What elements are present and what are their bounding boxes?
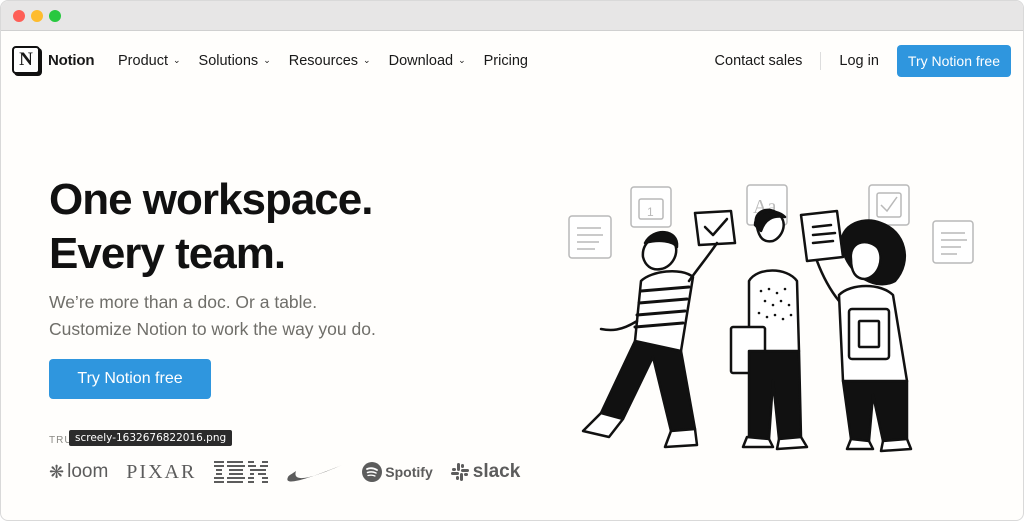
- slack-wordmark: slack: [472, 461, 521, 482]
- nav-item-resources[interactable]: Resources ⌄: [289, 53, 371, 69]
- slack-icon: [450, 463, 469, 481]
- ibm-wordmark-icon: [214, 461, 269, 483]
- nav-item-download[interactable]: Download ⌄: [389, 53, 466, 69]
- nav-item-pricing[interactable]: Pricing: [484, 53, 528, 69]
- hero-title-line2: Every team.: [49, 229, 286, 278]
- log-in-link[interactable]: Log in: [839, 53, 879, 69]
- loom-wordmark: loom: [67, 461, 109, 482]
- pixar-logo: PIXAR: [126, 460, 197, 483]
- svg-text:1: 1: [647, 205, 654, 219]
- spotify-logo: Spotify: [362, 462, 433, 482]
- notion-logo-icon: N: [12, 46, 40, 74]
- nav-item-label: Product: [118, 53, 168, 69]
- close-window-button[interactable]: [13, 10, 25, 22]
- window-titlebar: [1, 1, 1023, 31]
- nav-item-label: Solutions: [198, 53, 259, 69]
- hero-subtitle-line2: Customize Notion to work the way you do.: [49, 319, 376, 339]
- nav-item-product[interactable]: Product ⌄: [118, 53, 181, 69]
- filename-tooltip: screely-1632676822016.png: [69, 430, 233, 446]
- brand-name: Notion: [48, 51, 95, 69]
- nav-item-label: Resources: [288, 53, 359, 69]
- nav-item-label: Pricing: [483, 53, 528, 69]
- ibm-logo: [214, 461, 269, 483]
- team-illustration-icon: 1 Aa: [561, 181, 981, 461]
- slack-logo: slack: [450, 461, 521, 483]
- top-nav: N Notion Product ⌄ Solutions ⌄ Resources…: [1, 31, 1023, 91]
- minimize-window-button[interactable]: [31, 10, 43, 22]
- chevron-down-icon: ⌄: [363, 54, 371, 65]
- try-notion-free-hero-button[interactable]: Try Notion free: [49, 359, 211, 399]
- loom-logo: ❋ loom: [49, 461, 108, 483]
- chevron-down-icon: ⌄: [458, 54, 466, 65]
- nav-item-label: Download: [388, 53, 454, 69]
- brand[interactable]: N Notion: [12, 46, 94, 74]
- try-notion-free-nav-button[interactable]: Try Notion free: [896, 45, 1011, 77]
- nav-item-solutions[interactable]: Solutions ⌄: [199, 53, 271, 69]
- hero-subtitle: We’re more than a doc. Or a table. Custo…: [49, 289, 376, 343]
- customer-logos: ❋ loom PIXAR Spotify slack: [49, 457, 538, 487]
- nike-logo: [286, 461, 344, 483]
- nike-swoosh-icon: [287, 465, 343, 482]
- spotify-wordmark: Spotify: [385, 464, 433, 480]
- chevron-down-icon: ⌄: [172, 54, 181, 65]
- contact-sales-link[interactable]: Contact sales: [715, 53, 803, 69]
- team-illustration-svg: 1 Aa: [568, 184, 974, 453]
- spotify-icon: [362, 462, 383, 482]
- nav-links: Product ⌄ Solutions ⌄ Resources ⌄ Downlo…: [118, 53, 546, 69]
- hero-title-line1: One workspace.: [49, 175, 373, 224]
- nav-right: Contact sales Log in Try Notion free: [715, 45, 1011, 77]
- hero-subtitle-line1: We’re more than a doc. Or a table.: [49, 292, 318, 312]
- chevron-down-icon: ⌄: [263, 54, 271, 65]
- loom-burst-icon: ❋: [49, 461, 65, 482]
- browser-window: N Notion Product ⌄ Solutions ⌄ Resources…: [0, 0, 1024, 521]
- maximize-window-button[interactable]: [49, 10, 61, 22]
- hero-title: One workspace. Every team.: [49, 173, 373, 281]
- nav-divider: [820, 52, 822, 70]
